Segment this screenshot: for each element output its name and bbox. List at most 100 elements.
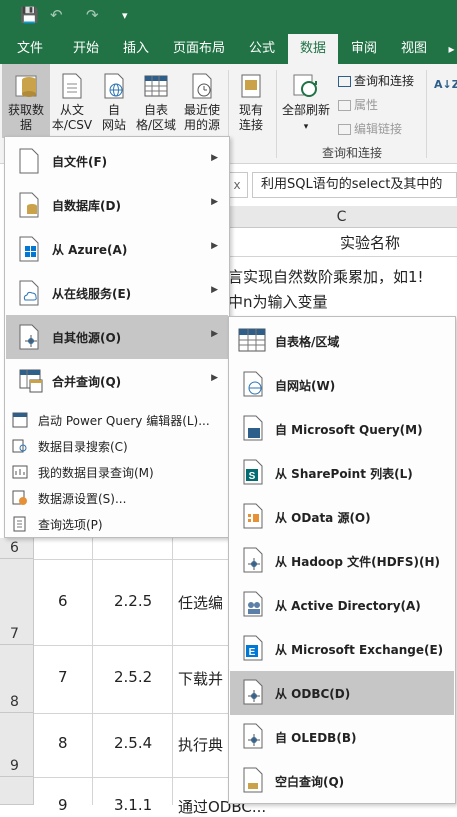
table-icon (144, 75, 168, 97)
tab-page-layout[interactable]: 页面布局 (164, 34, 234, 64)
menu-item-from-azure[interactable]: 从 Azure(A) ▶ (6, 227, 228, 271)
web-icon (243, 371, 263, 397)
submenu-item-from-odbc[interactable]: 从 ODBC(D) (230, 671, 454, 715)
get-data-menu: 自文件(F) ▶ 自数据库(D) ▶ 从 Azure(A) ▶ 从在线服务(E) ▶ 自… (4, 136, 230, 538)
submenu-item-blank-query[interactable]: 空白查询(Q) (230, 759, 454, 803)
menu-item-my-data-catalog-queries[interactable]: 我的数据目录查询(M) (6, 459, 228, 484)
table-cell[interactable]: 9 (58, 796, 68, 814)
text-cell-line2[interactable]: 中n为输入变量 (228, 291, 328, 312)
submenu-item-from-hadoop-file[interactable]: 从 Hadoop 文件(HDFS)(H) (230, 539, 454, 583)
chevron-right-icon: ▶ (211, 285, 218, 295)
from-table-range-button[interactable]: 自表 格/区域 (134, 64, 178, 133)
redo-icon[interactable]: ↷ (86, 6, 99, 24)
table-cell[interactable]: 任选编 (178, 592, 223, 613)
row-header[interactable]: 9 (0, 713, 34, 777)
row-header[interactable] (0, 777, 34, 805)
refresh-all-button[interactable]: 全部刷新 ▾ (280, 64, 332, 135)
active-directory-icon (243, 591, 263, 617)
text-cell-line1[interactable]: 言实现自然数阶乘累加，如1! (228, 266, 424, 287)
existing-connections-button[interactable]: 现有 连接 (232, 64, 270, 133)
tab-data[interactable]: 数据 (288, 34, 338, 64)
table-cell[interactable]: 6 (58, 592, 68, 610)
properties-button[interactable]: 属性 (338, 96, 378, 113)
menu-item-from-file[interactable]: 自文件(F) ▶ (6, 139, 228, 183)
tab-formulas[interactable]: 公式 (240, 34, 284, 64)
database-icon (19, 192, 39, 218)
from-text-csv-button[interactable]: 从文 本/CSV (50, 64, 94, 133)
submenu-item-from-active-directory[interactable]: 从 Active Directory(A) (230, 583, 454, 627)
submenu-item-from-odata-feed[interactable]: 从 OData 源(O) (230, 495, 454, 539)
menu-item-combine-queries[interactable]: 合并查询(Q) ▶ (6, 359, 228, 403)
catalog-queries-icon (12, 465, 28, 479)
table-cell[interactable]: 2.5.4 (114, 734, 152, 752)
exchange-icon: E (243, 635, 263, 661)
from-web-button[interactable]: 自 网站 (96, 64, 132, 133)
menu-item-data-catalog-search[interactable]: 数据目录搜索(C) (6, 433, 228, 458)
web-icon (104, 73, 124, 99)
menu-item-from-online-services[interactable]: 从在线服务(E) ▶ (6, 271, 228, 315)
cloud-icon (19, 280, 39, 306)
submenu-item-from-oledb[interactable]: 自 OLEDB(B) (230, 715, 454, 759)
tab-file[interactable]: 文件 (6, 34, 54, 64)
odata-icon (243, 503, 263, 529)
row-header[interactable]: 8 (0, 645, 34, 713)
row-header[interactable]: 7 (0, 559, 34, 645)
svg-text:E: E (249, 647, 256, 658)
table-cell[interactable]: 7 (58, 668, 68, 686)
undo-icon[interactable]: ↶ (50, 6, 63, 24)
table-cell[interactable]: 8 (58, 734, 68, 752)
tab-view[interactable]: 视图 (392, 34, 436, 64)
recent-sources-icon (192, 73, 212, 99)
edit-links-button[interactable]: 编辑链接 (338, 120, 402, 137)
other-sources-submenu: 自表格/区域 自网站(W) 自 Microsoft Query(M) S 从 S… (228, 316, 456, 804)
oledb-icon (243, 723, 263, 749)
submenu-item-from-microsoft-exchange[interactable]: E 从 Microsoft Exchange(E) (230, 627, 454, 671)
table-cell[interactable]: 3.1.1 (114, 796, 152, 814)
refresh-icon (293, 74, 317, 97)
menu-item-from-other-sources[interactable]: 自其他源(O) ▶ (6, 315, 228, 359)
submenu-item-from-microsoft-query[interactable]: 自 Microsoft Query(M) (230, 407, 454, 451)
power-query-icon (12, 412, 28, 428)
table-cell[interactable]: 2.5.2 (114, 668, 152, 686)
column-title-cell[interactable]: 实验名称 (340, 232, 400, 253)
hadoop-icon (243, 547, 263, 573)
odbc-icon (243, 679, 263, 705)
tab-home[interactable]: 开始 (62, 34, 110, 64)
recent-sources-button[interactable]: 最近使 用的源 (180, 64, 224, 133)
existing-connections-icon (241, 74, 261, 98)
tab-insert[interactable]: 插入 (112, 34, 160, 64)
edit-links-icon (338, 124, 351, 135)
chevron-right-icon: ▶ (211, 197, 218, 207)
column-header-c[interactable]: C (226, 206, 457, 228)
tab-review[interactable]: 审阅 (342, 34, 386, 64)
blank-query-icon (243, 767, 263, 793)
table-cell[interactable]: 下载并 (178, 668, 223, 689)
table-cell[interactable]: 2.2.5 (114, 592, 152, 610)
submenu-item-from-table-range[interactable]: 自表格/区域 (230, 319, 454, 363)
chevron-right-icon: ▶ (211, 329, 218, 339)
chevron-right-icon: ▶ (211, 373, 218, 383)
group-label-queries: 查询和连接 (322, 146, 383, 160)
chevron-right-icon: ▶ (211, 153, 218, 163)
combine-icon (19, 369, 43, 393)
submenu-item-from-sharepoint-list[interactable]: S 从 SharePoint 列表(L) (230, 451, 454, 495)
table-cell[interactable]: 执行典 (178, 734, 223, 755)
queries-connections-button[interactable]: 查询和连接 (338, 72, 414, 89)
get-data-button[interactable]: 获取数 据 (2, 64, 50, 138)
table-icon (238, 328, 266, 352)
sharepoint-icon: S (243, 459, 263, 485)
catalog-search-icon (12, 439, 27, 453)
queries-connections-icon (338, 76, 351, 87)
menu-item-data-source-settings[interactable]: 数据源设置(S)... (6, 485, 228, 510)
sort-az-button[interactable]: A↓Z (434, 78, 457, 91)
customize-quick-access-icon[interactable]: ▾ (122, 9, 128, 22)
other-sources-icon (19, 324, 39, 350)
row-header[interactable]: 6 (0, 538, 34, 559)
menu-item-from-database[interactable]: 自数据库(D) ▶ (6, 183, 228, 227)
submenu-item-from-web[interactable]: 自网站(W) (230, 363, 454, 407)
chevron-right-icon: ▶ (211, 241, 218, 251)
formula-bar-input[interactable]: 利用SQL语句的select及其中的 (252, 172, 457, 198)
menu-item-launch-power-query[interactable]: 启动 Power Query 编辑器(L)... (6, 407, 228, 432)
save-icon[interactable]: 💾 (20, 6, 39, 24)
menu-item-query-options[interactable]: 查询选项(P) (6, 511, 228, 536)
